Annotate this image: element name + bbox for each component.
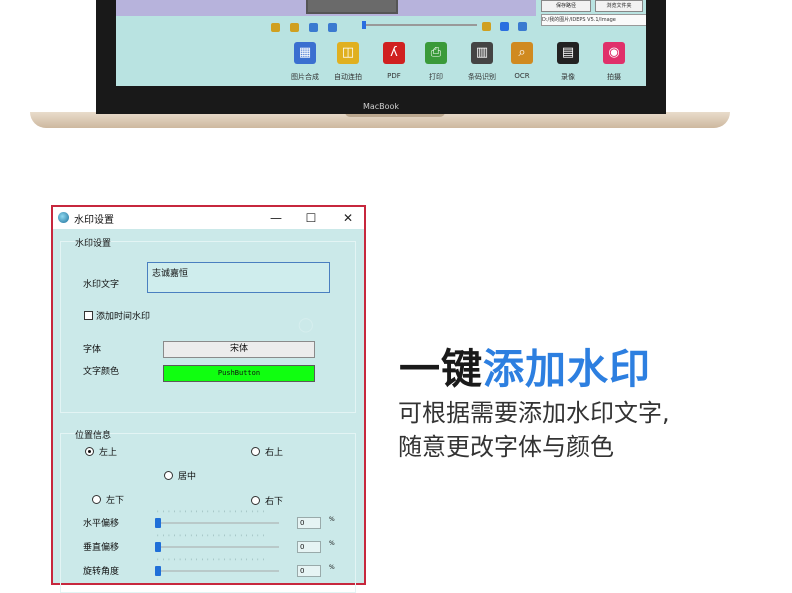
rotation-angle-slider[interactable] [157,570,279,572]
toolbar-label: OCR [514,72,530,80]
toolbar-button-auto-burst[interactable]: ◫ 自动连拍 [322,42,374,86]
slider-ticks: ' ' ' ' ' ' ' ' ' ' ' ' ' ' ' ' ' ' ' ' [157,534,266,541]
feature-headline: 一键添加水印 [399,335,651,395]
zoom-out-icon[interactable] [328,22,337,32]
clapperboard-icon: ▤ [557,42,579,64]
headline-dark-part: 一键 [399,345,483,393]
horizontal-offset-unit: % [329,516,335,523]
toolbar-label: 打印 [429,73,443,81]
toolbar-label: 录像 [561,73,575,81]
screen-preview-frame [306,0,398,14]
fit-screen-icon[interactable] [500,22,509,31]
laptop-brand: MacBook [362,102,400,111]
slider-ticks: ' ' ' ' ' ' ' ' ' ' ' ' ' ' ' ' ' ' ' ' [157,558,266,565]
minimize-button[interactable]: — [261,208,291,228]
printer-icon: ⎙ [425,42,447,64]
image-merge-icon: ▦ [294,42,316,64]
zoom-in-icon[interactable] [482,22,491,31]
add-time-watermark-label: 添加时间水印 [96,312,151,322]
watermark-text-label: 水印文字 [83,280,120,290]
save-path-button[interactable]: 保存路径 [541,0,591,12]
vertical-offset-unit: % [329,540,335,547]
radio-center-label: 居中 [178,472,197,482]
rotate-right-icon[interactable] [290,22,299,32]
zoom-slider-handle[interactable] [362,21,366,29]
toolbar-label: 拍摄 [607,73,621,81]
dialog-titlebar[interactable]: 水印设置 — ☐ ✕ [53,207,364,229]
pdf-icon: ʎ [383,42,405,64]
rotation-angle-value[interactable]: 0 [297,565,321,577]
zoom-slider-track[interactable] [362,24,477,26]
watermark-text-input[interactable]: 志诚嘉恒 [147,262,330,293]
vertical-offset-handle[interactable] [155,542,161,552]
headline-accent-part: 添加水印 [483,345,651,393]
horizontal-offset-slider[interactable] [157,522,279,524]
rotation-angle-unit: % [329,564,335,571]
font-label: 字体 [83,345,102,355]
rotate-left-icon[interactable] [271,22,280,32]
description-line-1: 可根据需要添加水印文字, [398,399,670,427]
fullscreen-icon[interactable] [518,22,527,31]
vertical-offset-slider[interactable] [157,546,279,548]
radio-bottom-right-label: 右下 [265,497,284,507]
app-globe-icon [58,212,69,223]
add-time-watermark-checkbox[interactable] [84,311,93,320]
description-line-2: 随意更改字体与颜色 [398,433,614,461]
camera-icon: ◉ [603,42,625,64]
radio-bottom-right[interactable] [251,496,260,505]
radio-center[interactable] [164,471,173,480]
vertical-offset-label: 垂直偏移 [83,543,120,553]
horizontal-offset-handle[interactable] [155,518,161,528]
position-group-title: 位置信息 [75,431,112,441]
toolbar-button-capture[interactable]: ◉ 拍摄 [588,42,640,86]
text-color-label: 文字颜色 [83,367,120,377]
watermark-group-title: 水印设置 [75,239,112,249]
feature-description: 可根据需要添加水印文字, 随意更改字体与颜色 [398,396,778,464]
toolbar-button-ocr[interactable]: ⌕ OCR [496,42,548,86]
browse-folder-button[interactable]: 浏览文件夹 [595,0,643,12]
vertical-offset-value[interactable]: 0 [297,541,321,553]
radio-bottom-left-label: 左下 [106,496,125,506]
dialog-title: 水印设置 [74,215,114,226]
watermark-settings-dialog: 水印设置 — ☐ ✕ 水印设置 水印文字 志诚嘉恒 添加时间水印 ◯ 字体 宋体… [51,205,366,593]
ocr-magnifier-icon: ⌕ [511,42,533,64]
auto-burst-icon: ◫ [337,42,359,64]
maximize-button[interactable]: ☐ [296,208,326,228]
radio-top-right[interactable] [251,447,260,456]
radio-top-right-label: 右上 [265,448,284,458]
flip-icon[interactable] [309,22,318,32]
radio-top-left[interactable] [85,447,94,456]
radio-top-left-label: 左上 [99,448,118,458]
toolbar-button-print[interactable]: ⎙ 打印 [410,42,462,86]
font-select-button[interactable]: 宋体 [163,341,315,358]
image-tool-strip [271,21,501,33]
watermark-deco-icon: ◯ [298,317,314,333]
rotation-angle-label: 旋转角度 [83,567,120,577]
horizontal-offset-value[interactable]: 0 [297,517,321,529]
slider-ticks: ' ' ' ' ' ' ' ' ' ' ' ' ' ' ' ' ' ' ' ' [157,510,266,517]
toolbar-button-record[interactable]: ▤ 录像 [542,42,594,86]
text-color-button[interactable]: PushButton [163,365,315,382]
save-path-field[interactable]: D:/我的图片/IDEPS V5.1/Image [541,14,646,26]
barcode-icon: ▥ [471,42,493,64]
rotation-angle-handle[interactable] [155,566,161,576]
radio-bottom-left[interactable] [92,495,101,504]
toolbar-label: 自动连拍 [334,73,362,81]
close-button[interactable]: ✕ [333,208,363,228]
laptop-screen: 保存路径 浏览文件夹 D:/我的图片/IDEPS V5.1/Image ▦ 图片… [116,0,646,86]
horizontal-offset-label: 水平偏移 [83,519,120,529]
